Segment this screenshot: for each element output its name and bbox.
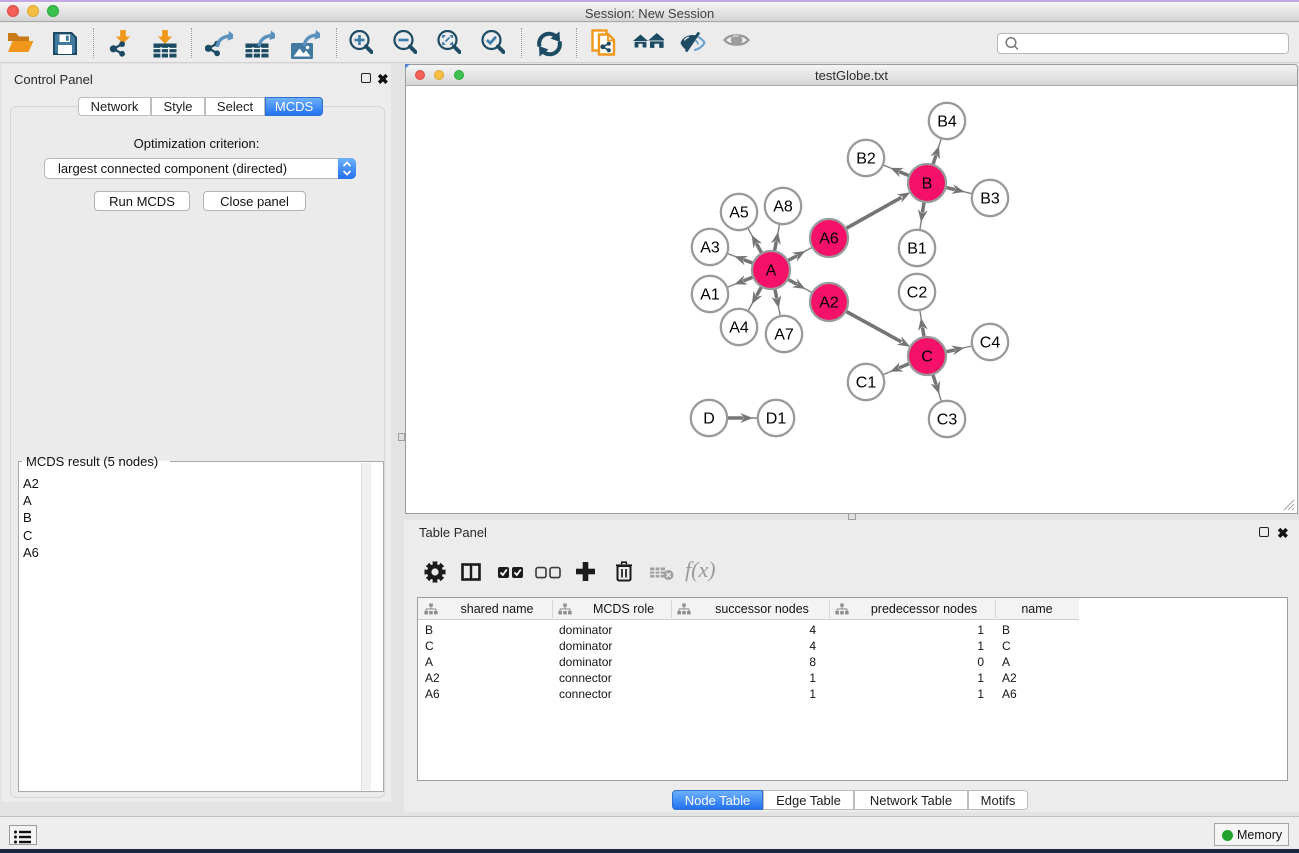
svg-text:A7: A7 <box>774 327 794 344</box>
svg-text:B4: B4 <box>937 114 957 131</box>
svg-text:A8: A8 <box>773 199 793 216</box>
svg-text:A6: A6 <box>819 231 839 248</box>
svg-text:B: B <box>922 176 933 193</box>
svg-text:A2: A2 <box>819 295 839 312</box>
svg-text:D: D <box>703 411 715 428</box>
svg-text:A4: A4 <box>729 320 749 337</box>
svg-text:C2: C2 <box>907 285 928 302</box>
svg-text:C: C <box>921 349 933 366</box>
svg-text:A5: A5 <box>729 205 749 222</box>
svg-text:C4: C4 <box>980 335 1001 352</box>
svg-text:A: A <box>766 263 777 280</box>
svg-text:B2: B2 <box>856 151 876 168</box>
svg-text:A3: A3 <box>700 240 720 257</box>
svg-text:B3: B3 <box>980 191 1000 208</box>
svg-text:A1: A1 <box>700 287 720 304</box>
svg-text:B1: B1 <box>907 241 927 258</box>
svg-text:C3: C3 <box>937 412 958 429</box>
svg-text:D1: D1 <box>766 411 787 428</box>
svg-text:C1: C1 <box>856 375 877 392</box>
